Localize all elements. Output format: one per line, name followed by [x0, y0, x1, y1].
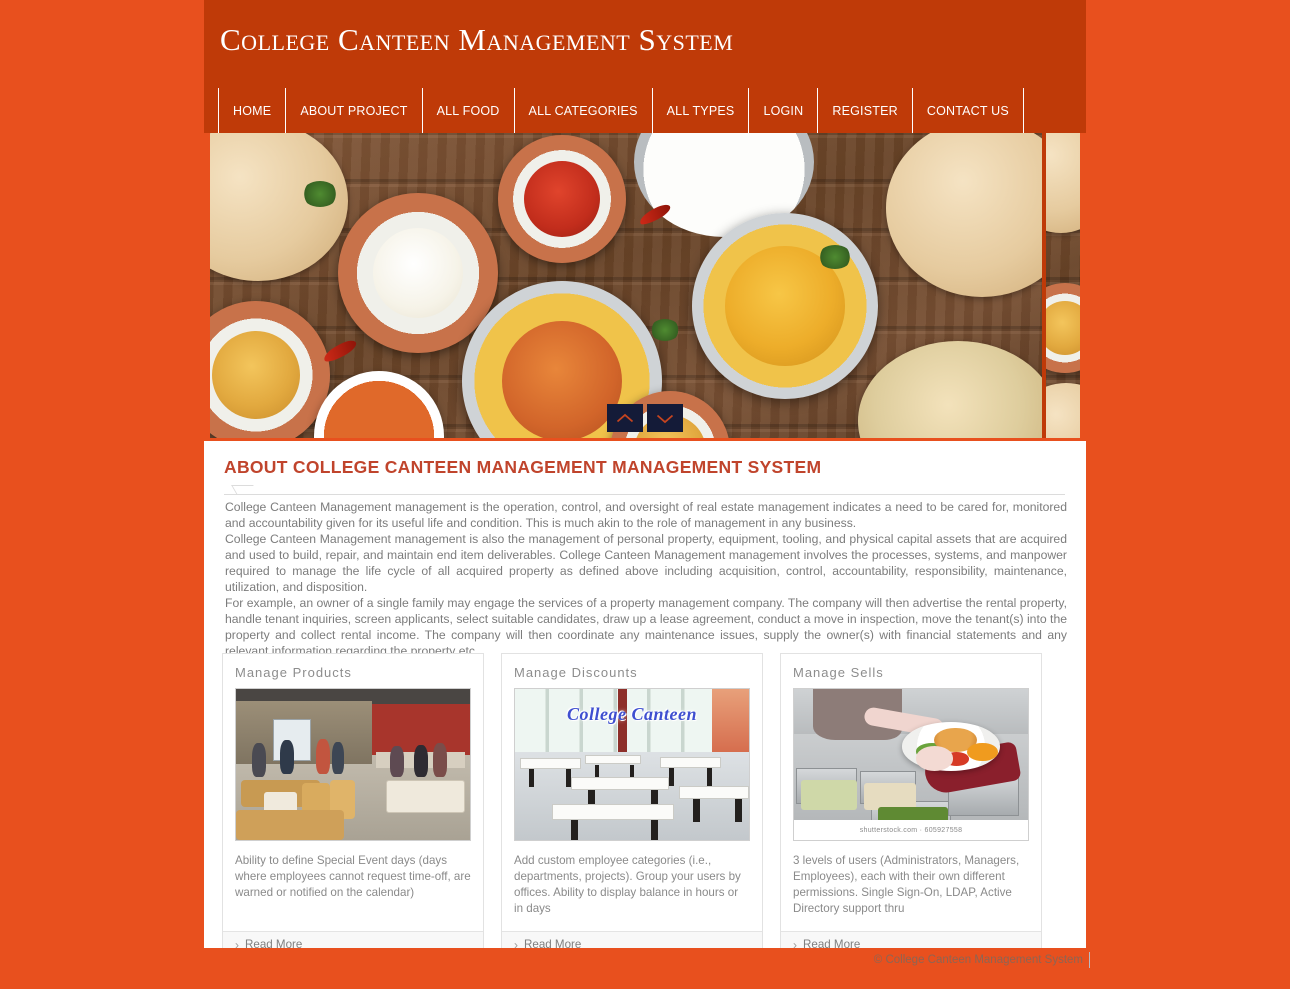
about-section-heading: ABOUT COLLEGE CANTEEN MANAGEMENT MANAGEM…	[224, 457, 822, 477]
footer-separator	[1089, 952, 1090, 968]
dal-kadai	[692, 213, 878, 399]
slider-next-button[interactable]	[647, 404, 683, 432]
bench	[385, 779, 466, 813]
serving-counter-image: shutterstock.com · 605927558	[794, 689, 1028, 840]
rice-bowl	[338, 193, 498, 353]
table-leg	[529, 769, 534, 788]
site-title: College Canteen Management System	[220, 22, 734, 57]
bench-table	[678, 785, 749, 800]
slider-prev-button[interactable]	[607, 404, 643, 432]
about-paragraph: For example, an owner of a single family…	[225, 596, 1067, 658]
herb-garnish	[302, 181, 338, 207]
flatbread	[1046, 383, 1080, 438]
chevron-up-icon	[616, 413, 634, 422]
chevron-down-icon	[656, 414, 674, 423]
curry-contents	[502, 321, 622, 438]
person	[252, 743, 267, 777]
footer-copyright: © College Canteen Management System	[873, 954, 1083, 966]
bench-table	[571, 776, 670, 791]
page-root: College Canteen Management System HOME A…	[0, 0, 1290, 989]
feature-card-list: Manage Products Ability to define Specia…	[222, 653, 1068, 958]
nav-item-home[interactable]: HOME	[218, 88, 287, 133]
card-image-manage-discounts: College Canteen	[514, 688, 750, 841]
site-footer: © College Canteen Management System	[0, 948, 1290, 989]
tomato-contents	[523, 160, 601, 238]
customer-hand	[915, 746, 954, 771]
hero-slider[interactable]	[210, 133, 1080, 438]
namkeen-contents	[211, 330, 301, 420]
bench-table	[585, 755, 642, 765]
person	[280, 740, 295, 774]
tomato-curry-bowl	[498, 135, 626, 263]
person	[331, 741, 344, 774]
nav-item-about-project[interactable]: ABOUT PROJECT	[286, 88, 423, 133]
feature-card-manage-products[interactable]: Manage Products Ability to define Specia…	[222, 653, 484, 958]
divider-line	[224, 494, 1065, 495]
feature-card-manage-sells[interactable]: Manage Sells shutterstock.com · 60592755…	[780, 653, 1042, 958]
bench-table	[552, 803, 675, 821]
food-spread-image	[210, 133, 1042, 438]
college-canteen-caption: College Canteen	[566, 704, 697, 725]
card-title: Manage Products	[235, 665, 352, 680]
nav-item-all-categories[interactable]: ALL CATEGORIES	[515, 88, 653, 133]
cafeteria-hall-image: College Canteen	[515, 689, 749, 840]
card-title: Manage Discounts	[514, 665, 638, 680]
content-panel: ABOUT COLLEGE CANTEEN MANAGEMENT MANAGEM…	[204, 441, 1086, 958]
bench-table	[660, 756, 721, 768]
stock-photo-watermark: shutterstock.com · 605927558	[794, 820, 1028, 840]
card-image-manage-sells: shutterstock.com · 605927558	[793, 688, 1029, 841]
about-body: College Canteen Management management is…	[225, 499, 1067, 659]
card-description: Ability to define Special Event days (da…	[235, 854, 471, 899]
nav-item-register[interactable]: REGISTER	[818, 88, 913, 133]
person	[432, 743, 447, 777]
card-description: 3 levels of users (Administrators, Manag…	[793, 854, 1020, 915]
nav-item-contact-us[interactable]: CONTACT US	[913, 88, 1024, 133]
flatbread	[1046, 133, 1080, 233]
nav-item-all-types[interactable]: ALL TYPES	[653, 88, 750, 133]
table-leg	[571, 820, 579, 840]
card-image-manage-products	[235, 688, 471, 841]
slider-controls	[607, 404, 683, 432]
nav-item-login[interactable]: LOGIN	[749, 88, 819, 133]
rice-contents	[373, 228, 463, 318]
bench-table	[519, 758, 581, 770]
nav-item-all-food[interactable]: ALL FOOD	[423, 88, 515, 133]
about-paragraph: College Canteen Management management is…	[225, 532, 1067, 594]
main-navigation: HOME ABOUT PROJECT ALL FOOD ALL CATEGORI…	[204, 88, 1086, 133]
site-header: College Canteen Management System	[204, 0, 1086, 88]
bowl	[1046, 283, 1080, 373]
table-leg	[650, 820, 658, 840]
next-slide-image	[1046, 133, 1080, 438]
table-leg	[669, 767, 675, 786]
heading-divider	[224, 485, 1065, 495]
table-leg	[706, 767, 712, 786]
tray-food	[801, 779, 858, 810]
table-leg	[692, 799, 700, 822]
about-paragraph: College Canteen Management management is…	[225, 500, 1067, 530]
person	[413, 744, 428, 777]
feature-card-manage-discounts[interactable]: Manage Discounts College Canteen Add cus…	[501, 653, 763, 958]
person	[315, 738, 330, 774]
card-title: Manage Sells	[793, 665, 884, 680]
herb-garnish	[818, 245, 852, 269]
canteen-interior-image	[236, 689, 470, 840]
hero-slide-next-preview	[1046, 133, 1080, 438]
divider-notch	[231, 485, 259, 495]
card-description: Add custom employee categories (i.e., de…	[514, 854, 741, 915]
table-leg	[734, 799, 742, 822]
hero-slide-current	[210, 133, 1042, 438]
bowl-contents	[1046, 301, 1080, 355]
tray-food	[864, 782, 916, 810]
herb-garnish	[650, 319, 680, 341]
wooden-table	[236, 809, 344, 840]
person	[390, 746, 405, 777]
